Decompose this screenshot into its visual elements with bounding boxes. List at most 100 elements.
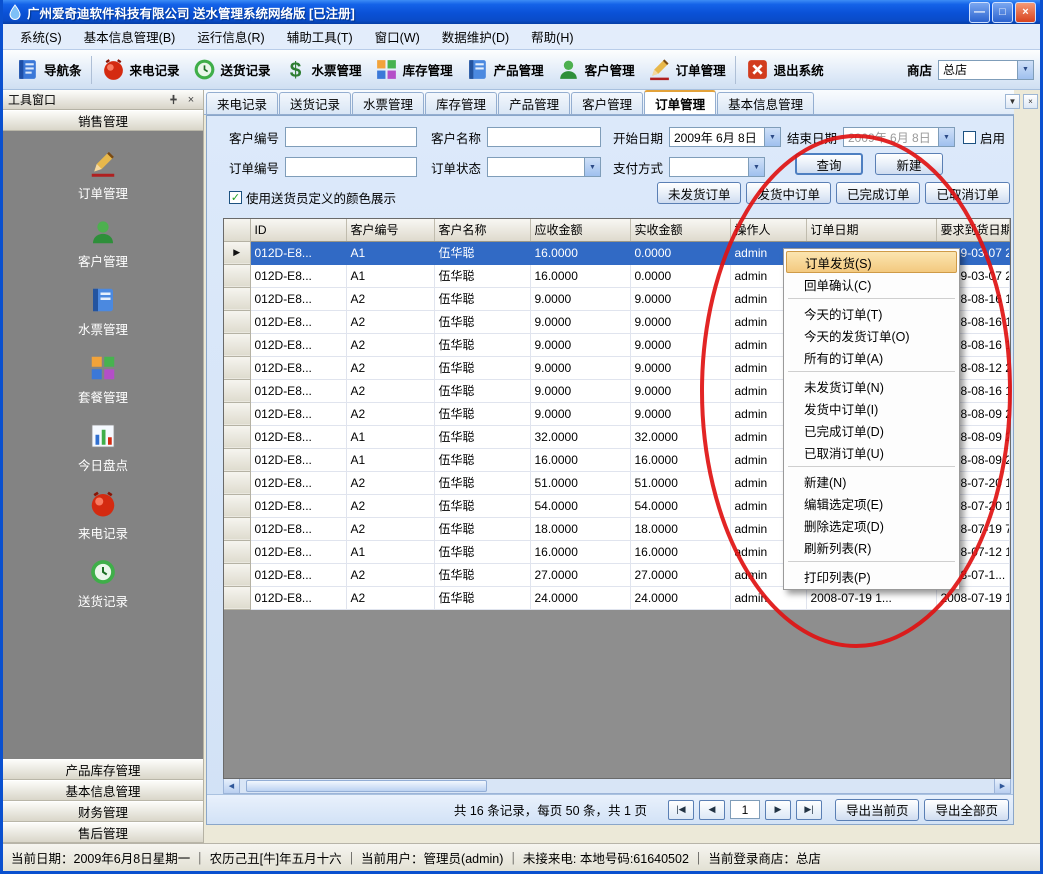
status-filter-button[interactable]: 已完成订单 [836,182,921,204]
order-no-input[interactable] [285,157,417,177]
tab-item[interactable]: 客户管理 [571,92,643,114]
row-selector[interactable] [224,402,250,425]
row-selector[interactable] [224,287,250,310]
export-current-button[interactable]: 导出当前页 [835,799,920,821]
horizontal-scrollbar[interactable]: ◀ ▶ [223,779,1011,794]
new-button[interactable]: 新建 [875,153,943,175]
export-all-button[interactable]: 导出全部页 [924,799,1009,821]
pin-icon[interactable] [166,93,180,107]
column-header[interactable]: ID [250,219,346,241]
context-menu-item[interactable]: 发货中订单(I) [786,397,957,419]
column-header[interactable]: 客户名称 [434,219,530,241]
start-date-picker[interactable]: 2009年 6月 8日 ▼ [669,127,781,147]
menubar-item[interactable]: 辅助工具(T) [276,23,364,50]
toolbar-person-button[interactable]: 客户管理 [550,54,641,85]
tab-item[interactable]: 库存管理 [425,92,497,114]
sidebar-group-header[interactable]: 产品库存管理 [3,759,203,780]
pay-method-select[interactable]: ▼ [669,157,765,177]
first-page-button[interactable]: |◀ [668,800,694,820]
row-selector[interactable] [224,310,250,333]
enable-checkbox[interactable] [963,131,976,144]
sidebar-item-grid[interactable]: 套餐管理 [78,353,128,406]
store-select[interactable]: 总店 ▼ [938,60,1034,80]
end-date-picker[interactable]: 2009年 6月 8日 ▼ [843,127,955,147]
row-selector[interactable] [224,563,250,586]
row-selector[interactable] [224,356,250,379]
next-page-button[interactable]: ▶ [765,800,791,820]
context-menu-item[interactable]: 打印列表(P) [786,565,957,587]
scroll-left-icon[interactable]: ◀ [224,779,240,793]
toolbar-exit-button[interactable]: 退出系统 [739,54,830,85]
prev-page-button[interactable]: ◀ [699,800,725,820]
menubar-item[interactable]: 基本信息管理(B) [73,23,187,50]
row-selector[interactable] [224,264,250,287]
row-selector[interactable] [224,540,250,563]
maximize-button[interactable]: □ [992,2,1013,23]
query-button[interactable]: 查询 [795,153,863,175]
tab-item[interactable]: 送货记录 [279,92,351,114]
customer-no-input[interactable] [285,127,417,147]
scrollbar-thumb[interactable] [246,780,487,792]
column-header[interactable]: 订单日期 [806,219,936,241]
close-button[interactable]: × [1015,2,1036,23]
toolbar-pen-button[interactable]: 订单管理 [641,54,732,85]
sidebar-close-icon[interactable]: × [184,93,198,107]
tab-close-icon[interactable]: × [1023,94,1038,109]
sidebar-item-phone[interactable]: 来电记录 [78,489,128,542]
menubar-item[interactable]: 数据维护(D) [431,23,520,50]
row-selector[interactable] [224,333,250,356]
chevron-down-icon[interactable]: ▼ [1017,61,1033,79]
context-menu-item[interactable]: 已取消订单(U) [786,441,957,463]
context-menu-item[interactable]: 编辑选定项(E) [786,492,957,514]
tab-scroll-icon[interactable]: ▼ [1005,94,1020,109]
context-menu-item[interactable]: 今天的订单(T) [786,302,957,324]
context-menu-item[interactable]: 新建(N) [786,470,957,492]
context-menu-item[interactable]: 今天的发货订单(O) [786,324,957,346]
tab-item[interactable]: 产品管理 [498,92,570,114]
order-status-select[interactable]: ▼ [487,157,601,177]
sidebar-item-chart[interactable]: 今日盘点 [78,421,128,474]
toolbar-phone-button[interactable]: 来电记录 [95,54,186,85]
column-header[interactable]: 应收金额 [530,219,630,241]
sidebar-item-person[interactable]: 客户管理 [78,217,128,270]
last-page-button[interactable]: ▶| [796,800,822,820]
minimize-button[interactable]: — [969,2,990,23]
column-header[interactable]: 操作人 [730,219,806,241]
menubar-item[interactable]: 窗口(W) [364,23,431,50]
customer-name-input[interactable] [487,127,601,147]
row-selector[interactable] [224,586,250,609]
tab-item[interactable]: 来电记录 [206,92,278,114]
context-menu-item[interactable]: 已完成订单(D) [786,419,957,441]
toolbar-book-button[interactable]: 导航条 [9,54,88,85]
row-selector[interactable] [224,494,250,517]
status-filter-button[interactable]: 未发货订单 [657,182,742,204]
sidebar-group-header[interactable]: 基本信息管理 [3,780,203,801]
row-selector[interactable] [224,379,250,402]
tab-item[interactable]: 水票管理 [352,92,424,114]
row-selector[interactable]: ▶ [224,241,250,264]
page-number-input[interactable] [730,800,760,819]
row-selector[interactable] [224,471,250,494]
menubar-item[interactable]: 系统(S) [9,23,73,50]
context-menu-item[interactable]: 订单发货(S) [786,251,957,273]
chevron-down-icon[interactable]: ▼ [748,158,764,176]
column-header[interactable]: 要求到货日期 [936,219,1010,241]
scrollbar-track[interactable] [240,779,994,793]
context-menu-item[interactable]: 未发货订单(N) [786,375,957,397]
sidebar-item-clock[interactable]: 送货记录 [78,557,128,610]
sidebar-group-header[interactable]: 售后管理 [3,822,203,843]
menubar-item[interactable]: 运行信息(R) [186,23,275,50]
context-menu-item[interactable]: 删除选定项(D) [786,514,957,536]
sidebar-item-pen[interactable]: 订单管理 [78,149,128,202]
chevron-down-icon[interactable]: ▼ [938,128,954,146]
tab-item[interactable]: 订单管理 [644,90,716,114]
tab-item[interactable]: 基本信息管理 [717,92,814,114]
status-filter-button[interactable]: 发货中订单 [746,182,831,204]
toolbar-clock-button[interactable]: 送货记录 [186,54,277,85]
sidebar-group-header[interactable]: 财务管理 [3,801,203,822]
row-selector[interactable] [224,517,250,540]
column-header[interactable]: 客户编号 [346,219,434,241]
toolbar-grid-button[interactable]: 库存管理 [368,54,459,85]
toolbar-product-button[interactable]: 产品管理 [459,54,550,85]
chevron-down-icon[interactable]: ▼ [584,158,600,176]
